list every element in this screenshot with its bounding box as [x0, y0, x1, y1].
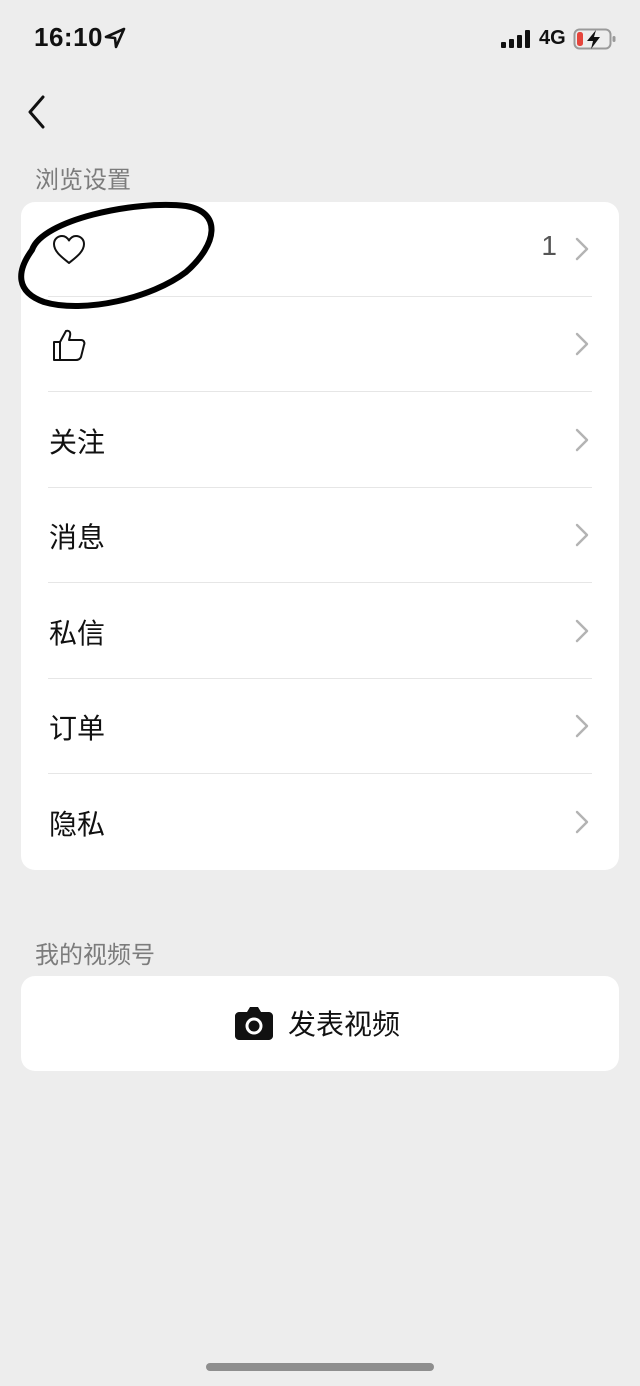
- chevron-right-icon: [575, 523, 589, 547]
- chevron-left-icon: [28, 95, 45, 129]
- thumbs-up-icon: [53, 329, 86, 361]
- chevron-right-icon: [575, 714, 589, 738]
- network-type: 4G: [539, 27, 566, 49]
- chevron-right-icon: [575, 619, 589, 643]
- row-divider: [48, 773, 592, 774]
- row-label-follow: 关注: [49, 426, 106, 459]
- channels-card: 发表视频: [21, 976, 619, 1071]
- row-label-privacy: 隐私: [49, 808, 106, 841]
- settings-row-privacy[interactable]: 隐私: [21, 775, 619, 870]
- section-title-browse-settings: 浏览设置: [35, 166, 131, 194]
- browse-settings-card: 1 关注 消息 私信 订单 隐私: [21, 202, 619, 870]
- heart-icon: [53, 235, 85, 264]
- publish-video-label: 发表视频: [288, 1008, 401, 1041]
- status-time: 16:10: [34, 22, 103, 52]
- chevron-right-icon: [575, 810, 589, 834]
- row-label-messages: 消息: [49, 521, 106, 554]
- liked-count: 1: [541, 230, 557, 261]
- battery-charging-icon: [573, 28, 616, 50]
- chevron-right-icon: [575, 428, 589, 452]
- row-divider: [48, 391, 592, 392]
- cellular-signal-icon: [501, 30, 530, 48]
- section-title-my-channels: 我的视频号: [35, 941, 155, 969]
- settings-row-private-messages[interactable]: 私信: [21, 584, 619, 679]
- settings-row-liked[interactable]: 1: [21, 202, 619, 297]
- home-indicator[interactable]: [206, 1363, 434, 1371]
- chevron-right-icon: [575, 332, 589, 356]
- settings-row-orders[interactable]: 订单: [21, 679, 619, 774]
- chevron-right-icon: [575, 237, 589, 261]
- row-divider: [48, 582, 592, 583]
- status-bar: 16:10 4G: [0, 0, 640, 80]
- publish-video-button[interactable]: 发表视频: [21, 976, 619, 1071]
- row-label-orders: 订单: [49, 712, 106, 745]
- row-label-private-messages: 私信: [49, 617, 106, 650]
- camera-icon: [235, 1007, 273, 1040]
- settings-row-likes[interactable]: [21, 297, 619, 392]
- location-arrow-icon: [104, 27, 126, 49]
- settings-row-follow[interactable]: 关注: [21, 393, 619, 488]
- settings-row-messages[interactable]: 消息: [21, 488, 619, 583]
- back-button[interactable]: [22, 92, 56, 132]
